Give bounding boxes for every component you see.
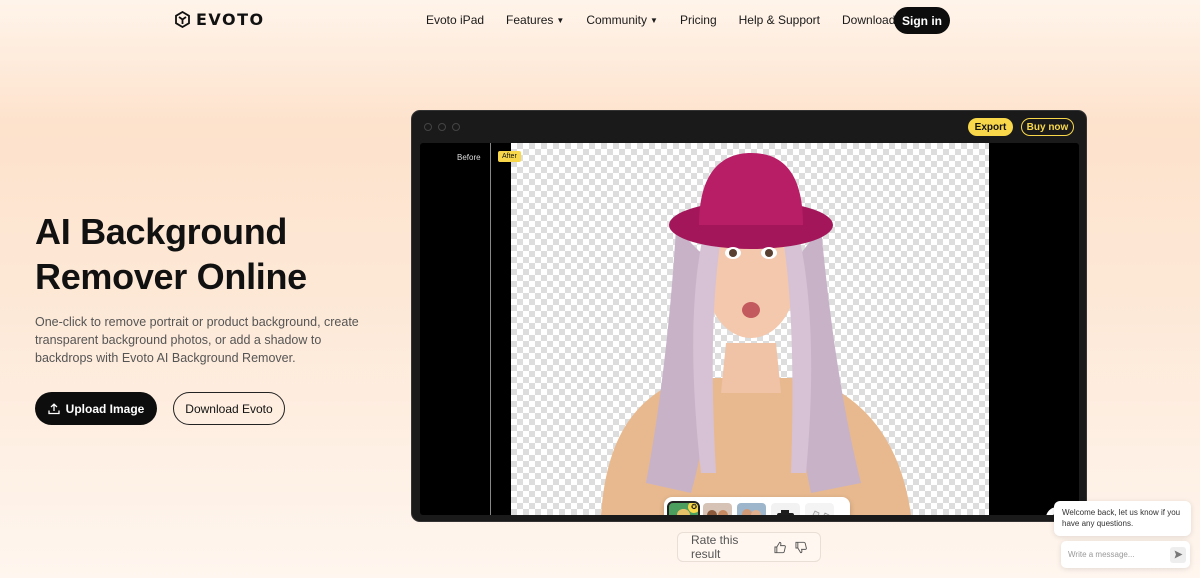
nav-link-label: Pricing: [679, 13, 717, 27]
editor-canvas: Before After ✪: [420, 143, 1079, 515]
shoes-product-thumb-image: [805, 502, 834, 515]
chat-message-input[interactable]: Write a message...: [1061, 541, 1190, 568]
rate-result-bar: Rate this result: [677, 532, 821, 562]
ai-badge-icon: ✪: [688, 502, 698, 513]
evoto-logo[interactable]: EVOTO: [175, 10, 265, 29]
window-dot: [424, 123, 432, 131]
buy-now-button[interactable]: Buy now: [1021, 118, 1074, 136]
caret-down-icon: ▼: [556, 15, 565, 25]
logo-text: EVOTO: [196, 10, 265, 29]
upload-icon: [48, 402, 60, 414]
background-thumbnail-bar: ✪: [664, 497, 850, 515]
chat-input-placeholder: Write a message...: [1068, 550, 1135, 559]
couple-photo-thumb-image: [737, 502, 766, 515]
nav-link-community[interactable]: Community ▼: [586, 13, 658, 27]
sign-in-button[interactable]: Sign in: [894, 7, 950, 34]
camera-product-thumb-image: [771, 502, 800, 515]
nav-link-label: Community: [586, 13, 648, 27]
export-button[interactable]: Export: [968, 118, 1013, 136]
compare-slider-handle[interactable]: [490, 143, 491, 515]
download-evoto-button[interactable]: Download Evoto: [173, 392, 285, 425]
window-controls: [424, 123, 460, 131]
window-dot: [438, 123, 446, 131]
window-dot: [452, 123, 460, 131]
hero-title: AI Background Remover Online: [35, 211, 307, 297]
transparent-background: [511, 143, 989, 515]
upload-image-label: Upload Image: [65, 401, 145, 416]
nav-link-label: Features: [506, 13, 554, 27]
caret-down-icon: ▼: [650, 15, 658, 25]
nav-link-pricing[interactable]: Pricing: [680, 13, 717, 27]
chat-welcome-message: Welcome back, let us know if you have an…: [1054, 501, 1191, 536]
rate-result-label: Rate this result: [691, 533, 739, 561]
send-button[interactable]: [1170, 546, 1186, 563]
thumbnail-camera-product[interactable]: [771, 502, 800, 515]
group-photo-thumb-image: [703, 502, 732, 515]
thumbs-down-icon[interactable]: [795, 541, 807, 554]
app-preview-window: Export Buy now Before After ✪: [411, 110, 1087, 522]
top-nav: EVOTO Evoto iPad Features ▼ Community ▼ Prici…: [0, 0, 1200, 40]
thumbnail-group-photo[interactable]: [703, 502, 732, 515]
nav-links: Evoto iPad Features ▼ Community ▼ Pricing Help…: [426, 13, 917, 27]
thumbnail-couple-photo[interactable]: [737, 502, 766, 515]
thumbnail-woman-portrait[interactable]: ✪: [667, 500, 700, 515]
nav-link-label: Help & Support: [738, 13, 821, 27]
nav-link-download[interactable]: Download: [842, 13, 895, 27]
nav-link-help-support[interactable]: Help & Support: [739, 13, 820, 27]
after-label: After: [498, 151, 521, 162]
send-icon: [1174, 550, 1182, 559]
thumbs-up-icon[interactable]: [774, 541, 787, 554]
hero-description: One-click to remove portrait or product …: [35, 315, 359, 365]
nav-link-evoto-ipad[interactable]: Evoto iPad: [426, 13, 484, 27]
nav-link-label: Evoto iPad: [426, 13, 485, 27]
nav-link-label: Download: [842, 13, 896, 27]
portrait-cutout-image: [601, 153, 911, 515]
evoto-logo-icon: [175, 11, 190, 28]
upload-image-button[interactable]: Upload Image: [35, 392, 157, 425]
thumbnail-shoes-product[interactable]: [805, 502, 834, 515]
nav-link-features[interactable]: Features ▼: [506, 13, 564, 27]
before-label: Before: [457, 153, 481, 162]
